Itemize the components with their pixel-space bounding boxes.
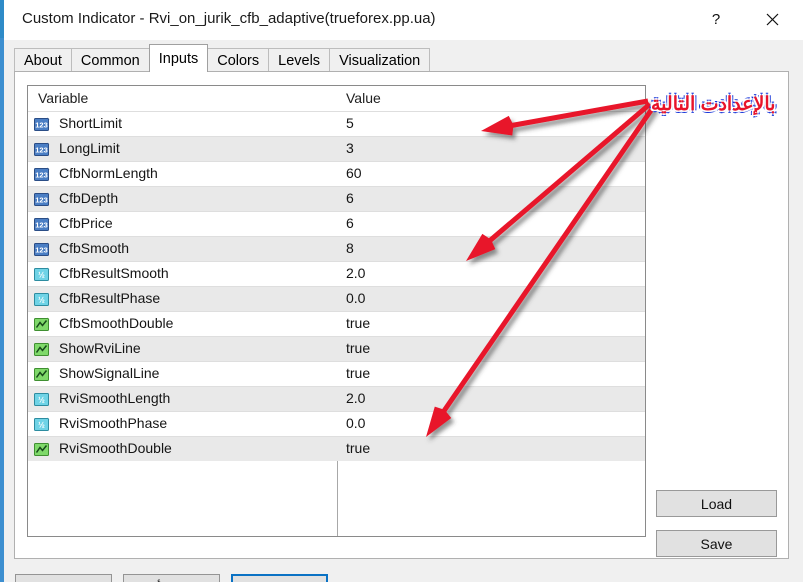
variable-name: CfbSmooth <box>59 240 130 256</box>
variable-value[interactable]: true <box>346 340 370 356</box>
variable-value[interactable]: true <box>346 365 370 381</box>
inputs-table[interactable]: Variable Value 123 ShortLimit 5 123 LongLimi… <box>27 85 646 537</box>
variable-value[interactable]: 0.0 <box>346 415 365 431</box>
close-icon <box>766 13 779 26</box>
variable-value[interactable]: 2.0 <box>346 265 365 281</box>
tab-levels[interactable]: Levels <box>268 48 331 72</box>
double-icon: ½ <box>34 416 51 433</box>
integer-icon: 123 <box>34 241 51 258</box>
dialog-window: Custom Indicator - Rvi_on_jurik_cfb_adap… <box>0 0 803 582</box>
load-button[interactable]: Load <box>656 490 777 517</box>
variable-value[interactable]: 60 <box>346 165 362 181</box>
client-area: About Common Inputs Colors Levels Visualizati… <box>4 40 803 582</box>
svg-text:½: ½ <box>38 296 45 305</box>
variable-value[interactable]: 5 <box>346 115 354 131</box>
variable-name: CfbDepth <box>59 190 119 206</box>
integer-icon: 123 <box>34 166 51 183</box>
variable-name: RviSmoothDouble <box>59 440 172 456</box>
variable-value[interactable]: 2.0 <box>346 390 365 406</box>
boolean-icon <box>34 366 51 383</box>
variable-name: ShortLimit <box>59 115 123 131</box>
variable-value[interactable]: 6 <box>346 190 354 206</box>
double-icon: ½ <box>34 291 51 308</box>
variable-value[interactable]: 6 <box>346 215 354 231</box>
variable-value[interactable]: true <box>346 315 370 331</box>
svg-text:½: ½ <box>38 396 45 405</box>
table-row[interactable]: RviSmoothDouble true <box>28 436 645 461</box>
boolean-icon <box>34 341 51 358</box>
inputs-tab-page: Variable Value 123 ShortLimit 5 123 LongLimi… <box>14 71 789 559</box>
variable-value[interactable]: 0.0 <box>346 290 365 306</box>
ok-button[interactable]: موافق <box>231 574 328 582</box>
svg-text:123: 123 <box>35 146 48 155</box>
window-title: Custom Indicator - Rvi_on_jurik_cfb_adap… <box>22 10 436 27</box>
table-row[interactable]: ShowSignalLine true <box>28 361 645 386</box>
svg-text:½: ½ <box>38 271 45 280</box>
close-button[interactable] <box>749 0 795 38</box>
table-body: 123 ShortLimit 5 123 LongLimit 3 123 CfbNormLen… <box>28 111 645 461</box>
help-button[interactable]: ? <box>693 0 739 38</box>
table-row[interactable]: ½ RviSmoothLength 2.0 <box>28 386 645 411</box>
table-row[interactable]: ShowRviLine true <box>28 336 645 361</box>
variable-name: LongLimit <box>59 140 120 156</box>
variable-name: RviSmoothPhase <box>59 415 168 431</box>
cancel-button[interactable]: إلغاء الأمر <box>123 574 220 582</box>
variable-name: ShowSignalLine <box>59 365 160 381</box>
table-row[interactable]: 123 LongLimit 3 <box>28 136 645 161</box>
tab-colors[interactable]: Colors <box>207 48 270 72</box>
svg-text:123: 123 <box>35 221 48 230</box>
column-header-value: Value <box>346 90 381 106</box>
boolean-icon <box>34 316 51 333</box>
tab-visualization[interactable]: Visualization <box>329 48 431 72</box>
table-row[interactable]: 123 CfbPrice 6 <box>28 211 645 236</box>
question-mark-icon: ? <box>711 10 721 28</box>
integer-icon: 123 <box>34 141 51 158</box>
variable-value[interactable]: true <box>346 440 370 456</box>
integer-icon: 123 <box>34 191 51 208</box>
variable-value[interactable]: 8 <box>346 240 354 256</box>
svg-text:123: 123 <box>35 171 48 180</box>
column-header-variable: Variable <box>38 90 89 106</box>
variable-name: CfbNormLength <box>59 165 158 181</box>
table-row[interactable]: ½ CfbResultPhase 0.0 <box>28 286 645 311</box>
tab-about[interactable]: About <box>14 48 72 72</box>
tab-common[interactable]: Common <box>70 48 150 72</box>
table-header-row: Variable Value <box>28 86 645 111</box>
svg-text:123: 123 <box>35 121 48 130</box>
title-bar: Custom Indicator - Rvi_on_jurik_cfb_adap… <box>4 0 803 40</box>
table-row[interactable]: ½ RviSmoothPhase 0.0 <box>28 411 645 436</box>
table-row[interactable]: 123 CfbSmooth 8 <box>28 236 645 261</box>
table-row[interactable]: 123 ShortLimit 5 <box>28 111 645 136</box>
double-icon: ½ <box>34 391 51 408</box>
variable-name: CfbResultSmooth <box>59 265 169 281</box>
svg-text:123: 123 <box>35 196 48 205</box>
variable-name: ShowRviLine <box>59 340 141 356</box>
side-button-group: Load Save <box>656 85 777 557</box>
bottom-button-bar: Reset إلغاء الأمر موافق <box>4 564 803 582</box>
variable-value[interactable]: 3 <box>346 140 354 156</box>
double-icon: ½ <box>34 266 51 283</box>
table-row[interactable]: ½ CfbResultSmooth 2.0 <box>28 261 645 286</box>
integer-icon: 123 <box>34 216 51 233</box>
variable-name: CfbSmoothDouble <box>59 315 174 331</box>
reset-button[interactable]: Reset <box>15 574 112 582</box>
table-row[interactable]: 123 CfbDepth 6 <box>28 186 645 211</box>
save-button[interactable]: Save <box>656 530 777 557</box>
boolean-icon <box>34 441 51 458</box>
integer-icon: 123 <box>34 116 51 133</box>
tab-inputs[interactable]: Inputs <box>148 44 209 72</box>
table-row[interactable]: 123 CfbNormLength 60 <box>28 161 645 186</box>
svg-text:½: ½ <box>38 421 45 430</box>
table-row[interactable]: CfbSmoothDouble true <box>28 311 645 336</box>
variable-name: CfbResultPhase <box>59 290 161 306</box>
svg-text:123: 123 <box>35 246 48 255</box>
tab-strip: About Common Inputs Colors Levels Visualizati… <box>14 44 431 72</box>
variable-name: RviSmoothLength <box>59 390 171 406</box>
variable-name: CfbPrice <box>59 215 113 231</box>
